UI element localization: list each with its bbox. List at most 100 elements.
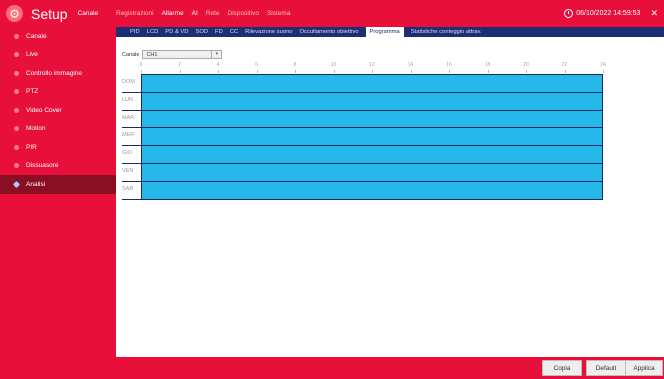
top-nav-rete[interactable]: Rete	[206, 10, 220, 17]
hour-tick	[410, 70, 412, 73]
day-separator	[122, 145, 141, 147]
hour-tick	[295, 70, 296, 73]
sidebar-item-label: Live	[26, 51, 38, 59]
tab-occultamento-obiettivo[interactable]: Occultamento obiettivo	[300, 29, 359, 35]
sidebar-item-canale[interactable]: Canale	[0, 27, 116, 46]
tab-rilevazione-suono[interactable]: Rilevazione suono	[245, 29, 292, 35]
top-nav-sistema[interactable]: Sistema	[267, 10, 290, 17]
day-separator	[122, 163, 141, 164]
close-icon[interactable]: ✕	[650, 8, 658, 19]
top-nav-dispositivo[interactable]: Dispositivo	[228, 10, 259, 17]
schedule-bar-ven[interactable]	[141, 163, 603, 182]
day-separator	[122, 180, 141, 182]
hour-tick	[372, 70, 373, 73]
hour-tick	[603, 70, 604, 73]
channel-select[interactable]: CH1 ▾	[142, 50, 223, 59]
day-label-dom: DOM	[122, 79, 135, 85]
setup-window: { "header": { "title": "Setup", "crumb":…	[0, 0, 664, 379]
hour-label: 2	[178, 62, 181, 68]
hour-label: 24	[600, 62, 606, 68]
page-title: Setup	[31, 5, 68, 22]
sidebar-item-ptz[interactable]: PTZ	[0, 83, 116, 102]
hour-label: 0	[139, 62, 143, 68]
top-nav-allarme[interactable]: Allarme	[162, 10, 184, 17]
bullet-icon	[14, 126, 19, 132]
bullet-icon	[14, 33, 19, 39]
sidebar-item-video-cover[interactable]: Video Cover	[0, 101, 116, 120]
day-separator	[122, 127, 141, 129]
hour-label: 4	[216, 62, 220, 68]
hour-label: 16	[446, 62, 452, 68]
hour-tick	[179, 70, 181, 73]
sub-tabs: PID LCD PD & VD SOD FD CC Rilevazione suono Occ…	[116, 27, 664, 37]
chevron-down-icon[interactable]: ▾	[211, 51, 221, 58]
hour-label: 22	[561, 62, 568, 68]
copy-button[interactable]: Copia	[542, 360, 582, 376]
datetime-area: 06/10/2022 14:59:53 ✕	[564, 0, 658, 27]
sidebar-item-dissuasore[interactable]: Dissuasore	[0, 157, 116, 176]
tab-sod[interactable]: SOD	[195, 29, 208, 35]
schedule-bar-gio[interactable]	[141, 145, 603, 164]
day-label-mer: MER	[122, 132, 135, 139]
hour-tick	[487, 70, 489, 73]
schedule-bar-mer[interactable]	[141, 127, 603, 147]
hour-tick	[333, 70, 335, 73]
sidebar-item-label: Dissuasore	[26, 162, 59, 170]
sidebar-item-label: Analisi	[26, 180, 46, 188]
tab-pid[interactable]: PID	[130, 29, 140, 35]
hour-label: 10	[330, 62, 337, 68]
bullet-icon	[14, 89, 19, 95]
top-nav-registrazioni[interactable]: Registrazioni	[116, 10, 154, 17]
sidebar-item-live[interactable]: Live	[0, 46, 116, 65]
tab-cc[interactable]: CC	[230, 29, 238, 35]
hour-label: 14	[407, 62, 414, 68]
top-bar: ⚙ Setup Canale Registrazioni Allarme AI Ret…	[0, 0, 664, 27]
gear-icon: ⚙	[6, 5, 23, 22]
tab-programma[interactable]: Programma	[365, 27, 404, 37]
setup-logo: ⚙ Setup Canale	[0, 0, 116, 27]
tab-statistiche-conteggio-attrav[interactable]: Statistiche conteggio attrav.	[411, 29, 482, 35]
day-separator	[122, 109, 141, 111]
bullet-icon	[14, 144, 19, 150]
day-label-mar: MAR	[122, 114, 135, 121]
channel-row: Canale CH1 ▾	[122, 50, 223, 59]
hour-label: 12	[369, 62, 375, 68]
bullet-icon	[14, 163, 19, 169]
sidebar-item-label: PTZ	[26, 88, 39, 96]
tab-lcd[interactable]: LCD	[147, 29, 159, 35]
hour-tick	[526, 70, 527, 73]
sidebar-item-analisi[interactable]: Analisi	[0, 175, 116, 194]
breadcrumb[interactable]: Canale	[78, 10, 99, 17]
day-label-gio: GIO	[122, 150, 133, 157]
default-button[interactable]: Default	[586, 360, 626, 376]
apply-button[interactable]: Applica	[625, 360, 663, 376]
bullet-icon	[14, 107, 19, 113]
channel-label: Canale	[122, 51, 140, 58]
sidebar-item-label: Controllo immagine	[26, 69, 82, 77]
schedule-bar-lun[interactable]	[141, 91, 603, 111]
tab-fd[interactable]: FD	[215, 29, 223, 35]
schedule-bar-mar[interactable]	[141, 109, 603, 129]
top-nav: Registrazioni Allarme AI Rete Dispositivo Sis…	[116, 10, 298, 17]
schedule-bar-dom[interactable]	[141, 74, 603, 93]
sidebar-item-motion[interactable]: Motion	[0, 120, 116, 139]
bullet-icon	[14, 52, 19, 58]
schedule-bar-sab[interactable]	[141, 180, 603, 200]
bottom-bar: Copia Default Applica	[116, 357, 664, 379]
sidebar-item-label: Motion	[26, 125, 46, 133]
sidebar-item-pir[interactable]: PIR	[0, 138, 116, 157]
tab-pd-vd[interactable]: PD & VD	[165, 29, 188, 35]
hour-label: 6	[255, 62, 258, 68]
hour-label: 18	[484, 62, 491, 68]
hour-tick	[141, 70, 142, 73]
sidebar-item-controllo-immagine[interactable]: Controllo immagine	[0, 64, 116, 83]
top-nav-ai[interactable]: AI	[192, 10, 198, 17]
hour-tick	[256, 70, 258, 73]
day-separator	[122, 91, 141, 93]
datetime: 06/10/2022 14:59:53	[576, 10, 641, 17]
hour-tick	[218, 70, 219, 73]
sidebar: Canale Live Controllo immagine PTZ Video Cov…	[0, 27, 116, 379]
schedule-grid[interactable]: 0 2 4 6 8 10 12 14 16 18 20 22 24 DOM LUN MAR MER GIO VEN S…	[122, 60, 608, 202]
sidebar-item-label: Video Cover	[26, 106, 62, 114]
hour-label: 20	[523, 62, 529, 68]
